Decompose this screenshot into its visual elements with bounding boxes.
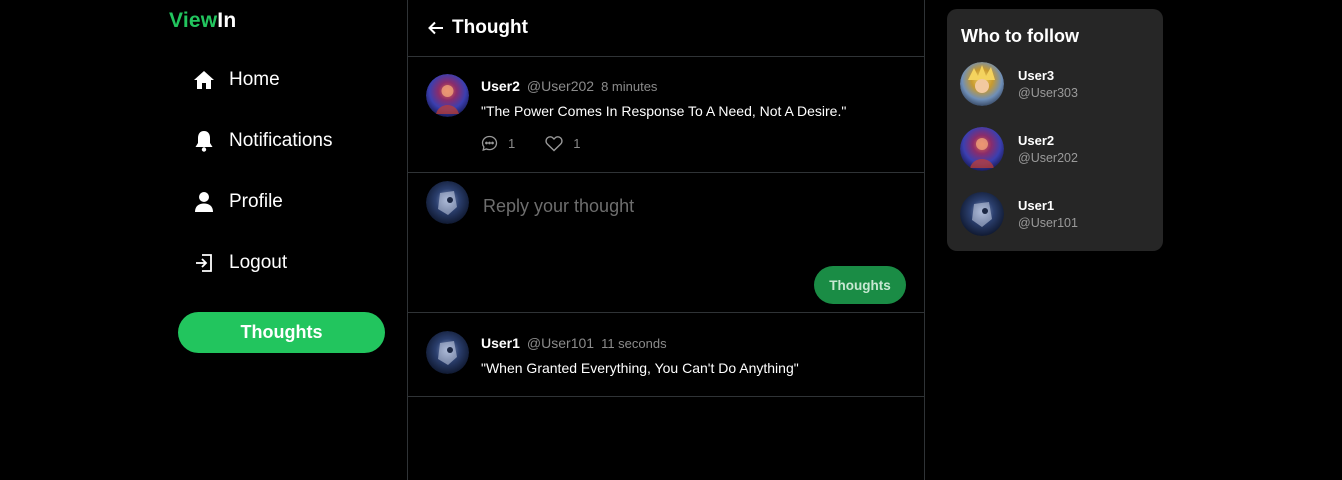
reply-time: 11 seconds <box>601 336 667 351</box>
main-nav: Home Notifications Profile Logout <box>192 62 333 306</box>
nav-label-logout: Logout <box>229 252 288 273</box>
follow-name: User2 <box>1018 133 1055 148</box>
user-icon <box>192 190 216 214</box>
home-icon <box>192 68 216 92</box>
follow-suggestion[interactable]: User3 @User303 <box>960 62 1078 106</box>
like-button[interactable]: 1 <box>545 135 581 152</box>
back-arrow-icon[interactable] <box>427 19 445 37</box>
reply-handle: @User101 <box>526 335 595 351</box>
like-count: 1 <box>573 136 581 151</box>
post-header: User2 @User202 8 minutes <box>481 78 657 94</box>
logout-icon <box>192 251 216 275</box>
follow-suggestion[interactable]: User2 @User202 <box>960 127 1078 171</box>
current-user-avatar <box>426 181 469 224</box>
follow-handle: @User202 <box>1018 151 1078 165</box>
post-content: "The Power Comes In Response To A Need, … <box>481 103 847 119</box>
post-actions: 1 1 <box>481 135 610 152</box>
follow-name: User1 <box>1018 198 1055 213</box>
reply-header: User1 @User101 11 seconds <box>481 335 667 351</box>
reply-content: "When Granted Everything, You Can't Do A… <box>481 360 799 376</box>
reply-post[interactable]: User1 @User101 11 seconds "When Granted … <box>408 313 924 397</box>
follow-suggestion[interactable]: User1 @User101 <box>960 192 1078 236</box>
nav-label-notifications: Notifications <box>229 130 333 151</box>
post-username[interactable]: User2 <box>481 78 520 94</box>
thought-post[interactable]: User2 @User202 8 minutes "The Power Come… <box>408 57 924 173</box>
heart-icon <box>545 135 563 151</box>
avatar[interactable] <box>426 331 469 374</box>
logo-part-in: In <box>217 9 237 32</box>
who-to-follow-panel: Who to follow User3 @User303 User2 @User… <box>947 9 1163 251</box>
main-header: Thought <box>408 0 924 57</box>
logo-part-view: View <box>169 9 218 32</box>
main-column: Thought User2 @User202 8 minutes "The Po… <box>407 0 925 480</box>
nav-item-home[interactable]: Home <box>192 62 333 98</box>
follow-handle: @User101 <box>1018 216 1078 230</box>
nav-item-logout[interactable]: Logout <box>192 245 333 281</box>
nav-label-home: Home <box>229 69 280 90</box>
nav-item-notifications[interactable]: Notifications <box>192 123 333 159</box>
app-logo[interactable]: ViewIn <box>169 9 236 33</box>
avatar <box>960 127 1004 171</box>
reply-input[interactable] <box>483 191 893 221</box>
avatar <box>960 192 1004 236</box>
reply-submit-button[interactable]: Thoughts <box>814 266 906 304</box>
bell-icon <box>192 129 216 153</box>
post-time: 8 minutes <box>601 79 658 94</box>
who-to-follow-title: Who to follow <box>961 26 1079 46</box>
follow-handle: @User303 <box>1018 86 1078 100</box>
follow-name: User3 <box>1018 68 1055 83</box>
comment-count: 1 <box>508 136 516 151</box>
avatar <box>960 62 1004 106</box>
reply-composer: Thoughts <box>408 173 924 313</box>
comment-button[interactable]: 1 <box>481 135 515 152</box>
compose-thought-button[interactable]: Thoughts <box>178 312 385 353</box>
nav-item-profile[interactable]: Profile <box>192 184 333 220</box>
nav-label-profile: Profile <box>229 191 283 212</box>
post-handle: @User202 <box>526 78 595 94</box>
left-sidebar: ViewIn Home Notifications Profile Logout <box>0 0 407 480</box>
page-title: Thought <box>452 17 528 38</box>
avatar[interactable] <box>426 74 469 117</box>
comment-icon <box>481 135 498 151</box>
reply-username[interactable]: User1 <box>481 335 520 351</box>
